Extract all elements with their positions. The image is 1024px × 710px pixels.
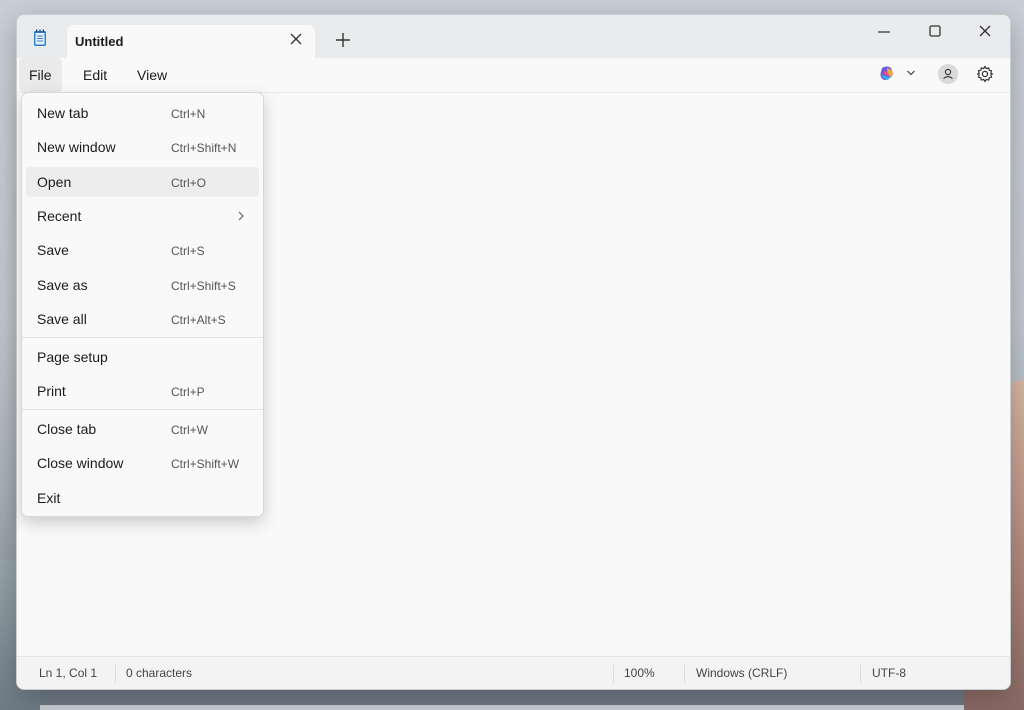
copilot-icon[interactable] [878, 65, 896, 83]
chevron-down-icon[interactable] [906, 68, 916, 78]
menu-item-label: Close window [37, 455, 124, 471]
menu-item-label: Print [37, 383, 66, 399]
status-divider [860, 665, 861, 683]
encoding[interactable]: UTF-8 [872, 657, 906, 689]
menu-item-save[interactable]: Save Ctrl+S [26, 235, 259, 265]
minimize-icon[interactable] [872, 22, 896, 42]
menu-separator [22, 409, 263, 410]
menu-item-shortcut: Ctrl+Shift+W [171, 457, 240, 471]
gear-icon[interactable] [976, 65, 994, 83]
maximize-icon[interactable] [923, 22, 947, 42]
menu-item-label: Exit [37, 490, 61, 506]
menu-item-label: New tab [37, 105, 89, 121]
menu-item-close-window[interactable]: Close window Ctrl+Shift+W [26, 448, 259, 478]
title-bar: Untitled [17, 15, 1010, 58]
menu-item-open[interactable]: Open Ctrl+O [26, 167, 259, 197]
menu-item-shortcut: Ctrl+Shift+S [171, 279, 236, 293]
status-divider [684, 665, 685, 683]
menu-item-print[interactable]: Print Ctrl+P [26, 376, 259, 406]
menu-item-label: Close tab [37, 421, 97, 437]
menu-item-shortcut: Ctrl+Alt+S [171, 313, 226, 327]
status-bar: Ln 1, Col 1 0 characters 100% Windows (C… [17, 656, 1010, 689]
status-divider [613, 665, 614, 683]
plus-icon[interactable] [333, 30, 353, 50]
cursor-position: Ln 1, Col 1 [39, 666, 98, 680]
menu-item-shortcut: Ctrl+O [171, 176, 207, 190]
menu-view[interactable]: View [127, 58, 177, 92]
menu-item-recent[interactable]: Recent [26, 201, 259, 231]
tab-title: Untitled [75, 34, 124, 49]
account-icon[interactable] [938, 64, 958, 84]
menu-item-label: Page setup [37, 349, 108, 365]
menu-item-shortcut: Ctrl+W [171, 423, 208, 437]
menu-item-label: Save all [37, 311, 87, 327]
menu-bar: File Edit View [17, 58, 1010, 93]
chevron-right-icon [238, 211, 244, 221]
character-count: 0 characters [126, 666, 193, 680]
menu-item-close-tab[interactable]: Close tab Ctrl+W [26, 414, 259, 444]
file-menu-dropdown: New tab Ctrl+N New window Ctrl+Shift+N O… [21, 92, 264, 517]
menu-item-label: Open [37, 174, 72, 190]
menu-item-save-all[interactable]: Save all Ctrl+Alt+S [26, 304, 259, 334]
menu-item-shortcut: Ctrl+N [171, 107, 206, 121]
menu-item-shortcut: Ctrl+P [171, 385, 205, 399]
menu-separator [22, 337, 263, 338]
menu-item-new-tab[interactable]: New tab Ctrl+N [26, 98, 259, 128]
menu-item-page-setup[interactable]: Page setup [26, 342, 259, 372]
menu-item-shortcut: Ctrl+Shift+N [171, 141, 237, 155]
notepad-icon [34, 29, 46, 46]
menu-edit[interactable]: Edit [73, 58, 117, 92]
menu-item-save-as[interactable]: Save as Ctrl+Shift+S [26, 270, 259, 300]
close-icon[interactable] [973, 22, 997, 42]
menu-file[interactable]: File [19, 58, 62, 92]
zoom-level[interactable]: 100% [624, 657, 655, 689]
menu-item-shortcut: Ctrl+S [171, 244, 205, 258]
person-icon [943, 68, 953, 79]
menu-item-label: Recent [37, 208, 82, 224]
menu-item-new-window[interactable]: New window Ctrl+Shift+N [26, 132, 259, 162]
menu-item-exit[interactable]: Exit [26, 483, 259, 513]
close-icon[interactable] [289, 32, 303, 46]
menu-item-label: Save [37, 242, 69, 258]
line-ending[interactable]: Windows (CRLF) [696, 657, 787, 689]
status-divider [115, 665, 116, 683]
tab-untitled[interactable]: Untitled [67, 25, 315, 58]
menu-item-label: New window [37, 139, 116, 155]
menu-item-label: Save as [37, 277, 88, 293]
